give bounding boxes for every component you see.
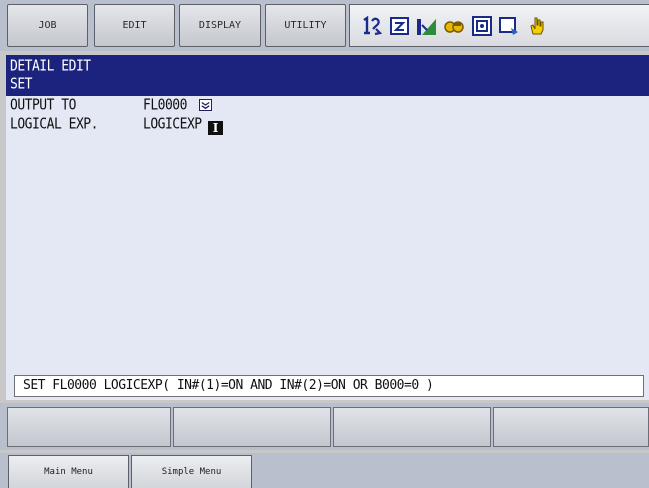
logical-exp-label: LOGICAL EXP. xyxy=(10,116,98,134)
command-line-area: SET FL0000 LOGICEXP( IN#(1)=ON AND IN#(2… xyxy=(6,372,649,400)
detail-edit-area: OUTPUT TO FL0000 LOGICAL EXP. LOGICEXP I xyxy=(6,96,649,372)
chevron-down-icon[interactable] xyxy=(199,99,212,111)
function-key-2[interactable] xyxy=(173,407,331,447)
bottom-bar: Main Menu Simple Menu xyxy=(0,453,649,488)
page-subtitle: SET xyxy=(10,76,32,94)
edit-menu-button[interactable]: EDIT xyxy=(94,4,175,47)
logical-exp-value[interactable]: LOGICEXP xyxy=(143,116,202,133)
page-title: DETAIL EDIT xyxy=(10,58,91,76)
display-menu-button[interactable]: DISPLAY xyxy=(179,4,261,47)
input-cursor-icon[interactable]: I xyxy=(208,121,223,135)
job-menu-button[interactable]: JOB xyxy=(7,4,88,47)
function-key-3[interactable] xyxy=(333,407,491,447)
title-band: DETAIL EDIT SET xyxy=(6,55,649,96)
hand-icon xyxy=(530,17,544,35)
command-line[interactable]: SET FL0000 LOGICEXP( IN#(1)=ON AND IN#(2… xyxy=(14,375,644,397)
function-key-area xyxy=(0,403,649,450)
function-key-1[interactable] xyxy=(7,407,171,447)
screen-icon xyxy=(499,17,518,35)
key-icon xyxy=(444,21,464,33)
edit-lock-icon xyxy=(390,17,409,35)
output-to-value[interactable]: FL0000 xyxy=(143,97,187,114)
main-menu-button[interactable]: Main Menu xyxy=(8,455,129,488)
status-area xyxy=(349,4,649,47)
function-key-4[interactable] xyxy=(493,407,649,447)
step-mode-icon xyxy=(363,15,383,36)
top-menu-bar: JOB EDIT DISPLAY UTILITY xyxy=(0,0,649,51)
signal-icon xyxy=(417,19,436,35)
simple-menu-button[interactable]: Simple Menu xyxy=(131,455,252,488)
output-to-label: OUTPUT TO xyxy=(10,97,76,115)
utility-menu-button[interactable]: UTILITY xyxy=(265,4,346,47)
teach-icon xyxy=(472,16,492,36)
